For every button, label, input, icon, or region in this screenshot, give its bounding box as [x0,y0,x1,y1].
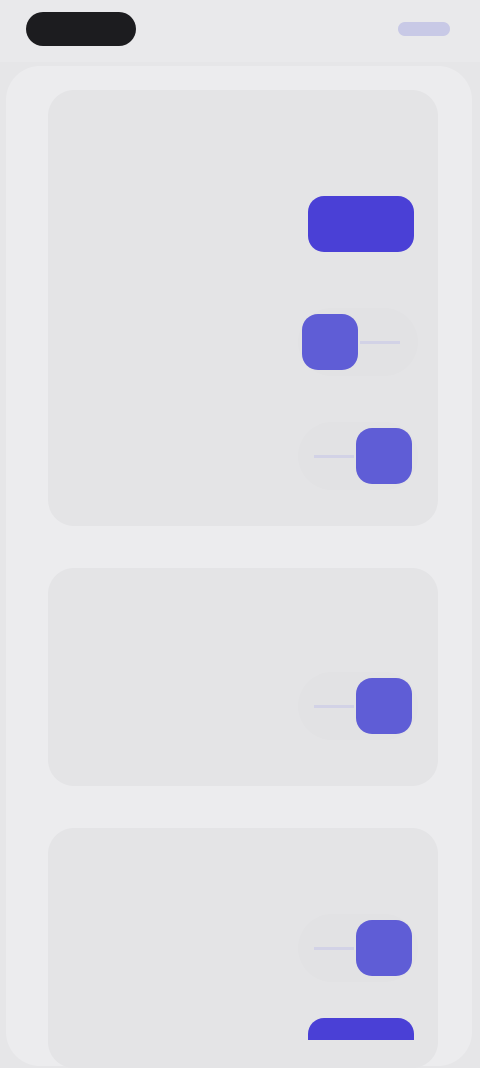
row-action-button[interactable] [308,196,414,252]
row-toggle[interactable] [298,672,418,740]
settings-row-3-1 [60,906,430,1006]
toggle-knob [356,678,412,734]
toggle-track [314,455,354,458]
settings-row-1-1 [60,180,430,276]
toggle-track [314,947,354,950]
toggle-track [314,705,354,708]
row-action-button[interactable] [308,1018,414,1040]
status-bar [0,0,480,62]
status-time-pill [26,12,136,46]
settings-row-3-2 [60,1018,430,1040]
row-toggle[interactable] [298,914,418,982]
toggle-knob [356,920,412,976]
toggle-knob [302,314,358,370]
toggle-track [360,341,400,344]
row-toggle[interactable] [298,308,418,376]
settings-row-2-1 [60,652,430,772]
settings-row-1-2 [60,306,430,386]
toggle-knob [356,428,412,484]
settings-row-1-3 [60,404,430,514]
status-indicators [398,22,450,36]
row-toggle[interactable] [298,422,418,490]
